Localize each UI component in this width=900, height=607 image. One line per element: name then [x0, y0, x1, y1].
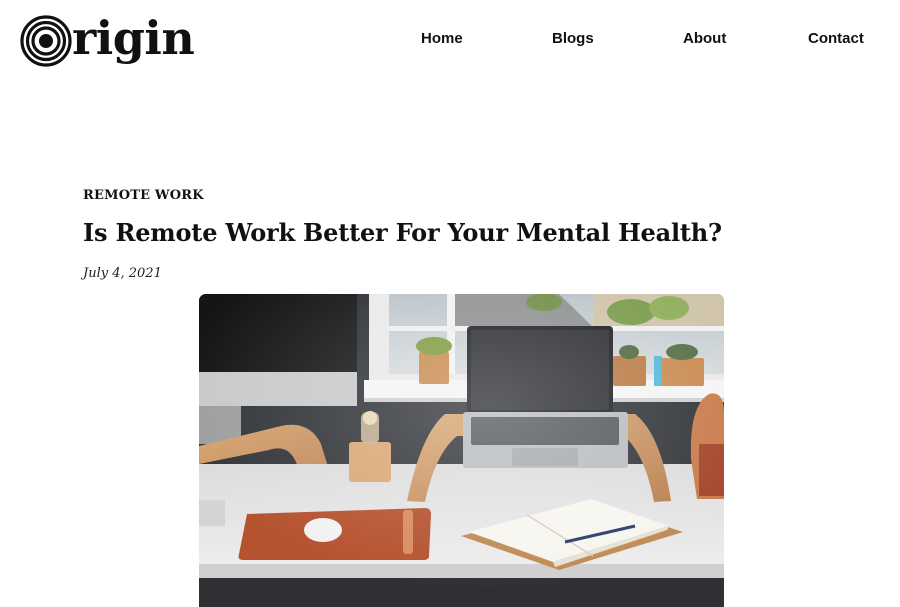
post-hero-image [199, 294, 724, 607]
post-title: Is Remote Work Better For Your Mental He… [83, 218, 722, 247]
nav-blogs-link[interactable]: Blogs [552, 30, 594, 47]
main-nav: Home Blogs About Contact [0, 30, 900, 50]
nav-contact-link[interactable]: Contact [808, 30, 864, 47]
post-date: July 4, 2021 [83, 266, 162, 281]
post-category[interactable]: REMOTE WORK [83, 188, 204, 203]
nav-about-link[interactable]: About [683, 30, 726, 47]
site-header: rigin Home Blogs About Contact [0, 0, 900, 80]
nav-home-link[interactable]: Home [421, 30, 463, 47]
